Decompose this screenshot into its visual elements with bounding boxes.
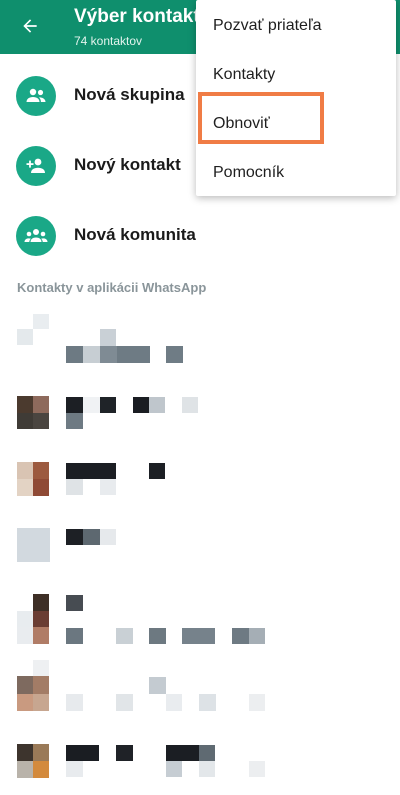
contact-row[interactable] bbox=[0, 446, 400, 512]
menu-item-label: Kontakty bbox=[213, 66, 276, 83]
menu-item-help[interactable]: Pomocník bbox=[196, 149, 396, 197]
menu-item-refresh[interactable]: Obnoviť bbox=[196, 100, 396, 148]
new-community-label: Nová komunita bbox=[74, 225, 196, 244]
new-group-label: Nová skupina bbox=[74, 85, 185, 104]
group-icon bbox=[16, 76, 56, 116]
contact-row[interactable] bbox=[0, 660, 400, 726]
overflow-menu: Pozvať priateľa Kontakty Obnoviť Pomocní… bbox=[196, 0, 396, 196]
community-icon bbox=[16, 216, 56, 256]
menu-item-label: Pomocník bbox=[213, 164, 285, 181]
new-contact-label: Nový kontakt bbox=[74, 155, 181, 174]
contact-row[interactable] bbox=[0, 312, 400, 378]
contact-row[interactable] bbox=[0, 578, 400, 644]
add-person-icon bbox=[16, 146, 56, 186]
back-arrow-icon bbox=[23, 19, 37, 33]
menu-item-label: Obnoviť bbox=[213, 115, 270, 132]
menu-item-label: Pozvať priateľa bbox=[213, 17, 322, 34]
menu-item-invite-friend[interactable]: Pozvať priateľa bbox=[196, 2, 396, 50]
contact-row[interactable] bbox=[0, 728, 400, 794]
page-title: Výber kontakt bbox=[74, 6, 200, 27]
contact-count: 74 kontaktov bbox=[74, 34, 143, 48]
contacts-section-label: Kontakty v aplikácii WhatsApp bbox=[17, 280, 207, 295]
back-button[interactable] bbox=[14, 10, 46, 42]
new-community-row[interactable]: Nová komunita bbox=[0, 206, 400, 276]
contact-row[interactable] bbox=[0, 512, 400, 578]
contact-row[interactable] bbox=[0, 380, 400, 446]
menu-item-contacts[interactable]: Kontakty bbox=[196, 51, 396, 99]
